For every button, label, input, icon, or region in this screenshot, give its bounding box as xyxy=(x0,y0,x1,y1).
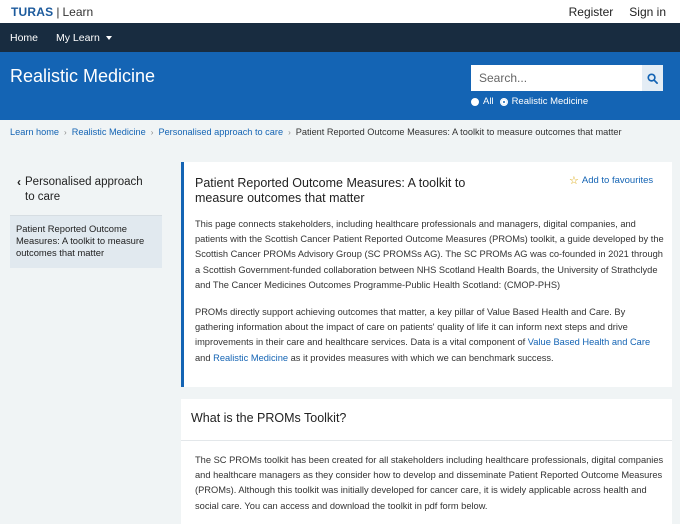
link-value-based-health-care[interactable]: Value Based Health and Care xyxy=(528,337,650,347)
article-title: Patient Reported Outcome Measures: A too… xyxy=(195,176,466,205)
scope-realistic-medicine-radio[interactable]: Realistic Medicine xyxy=(499,96,589,107)
nav-my-learn[interactable]: My Learn xyxy=(56,32,112,44)
breadcrumb: Learn home › Realistic Medicine › Person… xyxy=(10,127,622,137)
brand-product: Learn xyxy=(62,4,94,19)
brand-separator: | xyxy=(56,4,60,19)
intro-card: Patient Reported Outcome Measures: A too… xyxy=(181,162,672,387)
intro-paragraph: This page connects stakeholders, includi… xyxy=(195,219,664,290)
section-divider xyxy=(181,440,672,441)
top-bar: TURAS | Learn Register Sign in xyxy=(0,0,680,23)
breadcrumb-realistic-medicine[interactable]: Realistic Medicine xyxy=(72,127,146,137)
scope-all-radio[interactable]: All xyxy=(471,96,494,107)
link-realistic-medicine[interactable]: Realistic Medicine xyxy=(213,353,288,363)
sidebar-item-active[interactable]: Patient Reported Outcome Measures: A too… xyxy=(10,216,162,268)
chevron-right-icon: › xyxy=(150,127,154,137)
scope-all-label: All xyxy=(483,96,494,107)
sidebar: ‹ Personalised approach to care Patient … xyxy=(10,161,162,281)
brand-logo[interactable]: TURAS | Learn xyxy=(11,5,93,19)
scope-current-label: Realistic Medicine xyxy=(511,96,589,107)
breadcrumb-personalised-approach[interactable]: Personalised approach to care xyxy=(158,127,283,137)
conjunction-text: and xyxy=(195,352,211,363)
main-nav: Home My Learn xyxy=(0,23,680,52)
search-input[interactable] xyxy=(471,65,642,91)
search-button[interactable] xyxy=(642,65,663,91)
breadcrumb-current: Patient Reported Outcome Measures: A too… xyxy=(295,127,622,137)
chevron-right-icon: › xyxy=(288,127,291,137)
hero-banner: Realistic Medicine All Realistic Medicin… xyxy=(0,52,680,120)
proms-paragraph-end: as it provides measures with which we ca… xyxy=(290,352,554,363)
breadcrumb-learn-home[interactable]: Learn home xyxy=(10,127,59,137)
proms-paragraph: PROMs directly support achieving outcome… xyxy=(195,305,665,366)
page-heading: Realistic Medicine xyxy=(10,66,156,86)
chevron-left-icon: ‹ xyxy=(17,175,21,189)
toolkit-paragraph: The SC PROMs toolkit has been created fo… xyxy=(195,455,664,511)
search-box xyxy=(471,65,663,91)
radio-checked-icon xyxy=(499,97,508,106)
search-scope: All Realistic Medicine xyxy=(471,96,588,107)
toolkit-card: What is the PROMs Toolkit? The SC PROMs … xyxy=(181,399,672,524)
chevron-right-icon: › xyxy=(64,127,67,137)
nav-my-learn-label: My Learn xyxy=(56,31,100,44)
sign-in-link[interactable]: Sign in xyxy=(629,5,666,19)
account-links: Register Sign in xyxy=(569,5,666,19)
brand-name: TURAS xyxy=(11,4,54,19)
caret-down-icon xyxy=(105,35,112,40)
search-icon xyxy=(647,72,658,84)
radio-unchecked-icon xyxy=(471,97,479,106)
nav-home[interactable]: Home xyxy=(10,32,38,44)
register-link[interactable]: Register xyxy=(569,5,614,19)
favourite-label: Add to favourites xyxy=(581,175,654,186)
add-to-favourites-button[interactable]: ☆ Add to favourites xyxy=(569,174,653,187)
sidebar-back-link[interactable]: ‹ Personalised approach to care xyxy=(10,161,162,215)
star-outline-icon: ☆ xyxy=(569,175,579,187)
section-heading: What is the PROMs Toolkit? xyxy=(191,411,347,425)
sidebar-back-label: Personalised approach to care xyxy=(25,176,143,203)
